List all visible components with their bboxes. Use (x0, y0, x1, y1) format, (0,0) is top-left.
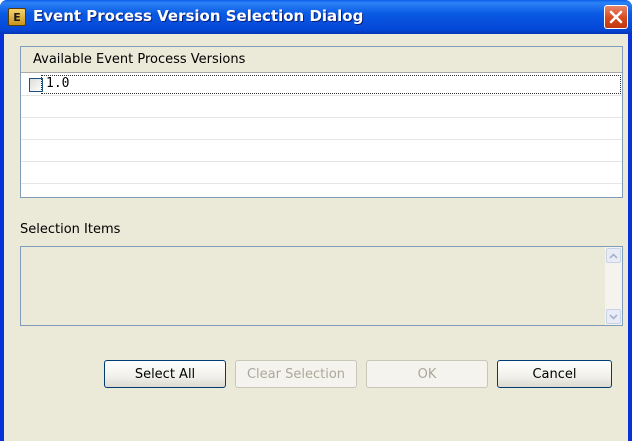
window-title: Event Process Version Selection Dialog (33, 7, 364, 25)
close-icon (609, 10, 623, 24)
table-row[interactable]: 1.0 (21, 74, 622, 96)
table-row-empty (21, 118, 622, 140)
cancel-button[interactable]: Cancel (497, 360, 612, 388)
ok-button[interactable]: OK (366, 360, 488, 388)
table-row-empty (21, 96, 622, 118)
clear-selection-button[interactable]: Clear Selection (235, 360, 357, 388)
select-all-button[interactable]: Select All (104, 360, 226, 388)
selection-items-label: Selection Items (20, 222, 121, 237)
table-row-empty (21, 140, 622, 162)
app-icon: E (8, 8, 26, 26)
scroll-down-button[interactable] (606, 309, 621, 324)
title-bar[interactable]: E Event Process Version Selection Dialog (0, 0, 632, 34)
dialog-body: Available Event Process Versions 1.0 Sel… (4, 34, 628, 441)
app-icon-letter: E (13, 10, 21, 24)
table-header-available-versions[interactable]: Available Event Process Versions (21, 47, 622, 73)
versions-table: Available Event Process Versions 1.0 (20, 46, 623, 198)
dialog-window: E Event Process Version Selection Dialog… (0, 0, 632, 441)
row-focus-outline (41, 75, 621, 94)
chevron-down-icon (609, 313, 618, 320)
chevron-up-icon (609, 252, 618, 259)
selection-items-textarea[interactable] (20, 246, 623, 326)
row-version-label: 1.0 (46, 76, 70, 91)
scroll-up-button[interactable] (606, 248, 621, 263)
vertical-scrollbar[interactable] (605, 247, 622, 325)
table-row-empty (21, 162, 622, 184)
close-button[interactable] (604, 5, 628, 29)
